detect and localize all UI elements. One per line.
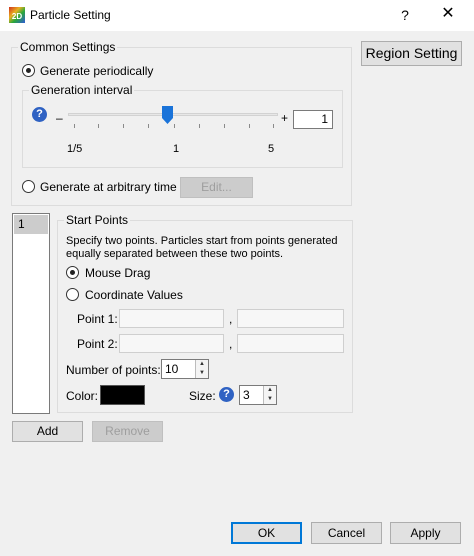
add-button[interactable]: Add (12, 421, 83, 442)
point1-x-field[interactable] (119, 309, 224, 328)
slider-tick (273, 124, 274, 128)
interval-label-max: 5 (268, 143, 275, 155)
mouse-drag-label[interactable]: Mouse Drag (85, 266, 150, 280)
color-swatch[interactable] (100, 385, 145, 405)
generation-interval-legend: Generation interval (29, 83, 135, 97)
close-button[interactable]: ✕ (430, 3, 466, 27)
num-points-label: Number of points: (66, 363, 161, 377)
apply-button[interactable]: Apply (390, 522, 461, 544)
ok-button[interactable]: OK (231, 522, 302, 544)
point2-x-field[interactable] (119, 334, 224, 353)
slider-thumb-shape (162, 106, 173, 124)
start-points-description: Specify two points. Particles start from… (66, 235, 338, 260)
app-icon: 2D (9, 7, 25, 23)
title-bar: 2D Particle Setting ? ✕ (0, 0, 474, 31)
cancel-button[interactable]: Cancel (311, 522, 382, 544)
interval-label-mid: 1 (173, 143, 180, 155)
size-label: Size: (189, 389, 216, 403)
help-icon[interactable]: ? (219, 387, 234, 402)
slider-tick (98, 124, 99, 128)
slider-tick (249, 124, 250, 128)
interval-label-min: 1/5 (67, 143, 83, 155)
interval-slider[interactable] (68, 106, 278, 136)
region-setting-button[interactable]: Region Setting (361, 41, 462, 66)
slider-tick (224, 124, 225, 128)
remove-button[interactable]: Remove (92, 421, 163, 442)
edit-button[interactable]: Edit... (180, 177, 253, 198)
list-item[interactable]: 1 (14, 215, 48, 234)
slider-tick (174, 124, 175, 128)
generate-arbitrary-label[interactable]: Generate at arbitrary time (40, 180, 177, 194)
spin-up-icon[interactable]: ▲ (263, 386, 276, 395)
point-list[interactable]: 1 (12, 213, 50, 414)
slider-tick (123, 124, 124, 128)
point2-y-field[interactable] (237, 334, 344, 353)
color-label: Color: (66, 389, 99, 403)
point1-label: Point 1: (77, 312, 118, 326)
size-spinbox[interactable]: 3 ▲ ▼ (239, 385, 277, 405)
interval-value-field[interactable]: 1 (293, 110, 333, 129)
spin-down-icon[interactable]: ▼ (195, 369, 208, 378)
slider-minus-label: – (56, 111, 63, 125)
generate-periodically-radio[interactable] (22, 64, 35, 77)
slider-plus-label: + (281, 111, 289, 125)
help-button[interactable]: ? (390, 3, 420, 27)
slider-thumb[interactable] (162, 106, 173, 124)
spin-down-icon[interactable]: ▼ (263, 395, 276, 404)
mouse-drag-radio[interactable] (66, 266, 79, 279)
coordinate-values-radio[interactable] (66, 288, 79, 301)
num-points-spinbox[interactable]: 10 ▲ ▼ (161, 359, 209, 379)
point2-comma: , (229, 337, 233, 351)
start-points-legend: Start Points (64, 213, 131, 227)
coordinate-values-label[interactable]: Coordinate Values (85, 288, 183, 302)
slider-tick (199, 124, 200, 128)
point1-y-field[interactable] (237, 309, 344, 328)
slider-tick (148, 124, 149, 128)
spin-up-icon[interactable]: ▲ (195, 360, 208, 369)
point2-label: Point 2: (77, 337, 118, 351)
common-settings-legend: Common Settings (18, 40, 118, 54)
slider-tick (74, 124, 75, 128)
generate-periodically-label[interactable]: Generate periodically (40, 64, 153, 78)
generate-arbitrary-radio[interactable] (22, 180, 35, 193)
help-icon[interactable]: ? (32, 107, 47, 122)
point1-comma: , (229, 312, 233, 326)
slider-track (68, 113, 278, 116)
window-title: Particle Setting (30, 8, 111, 22)
